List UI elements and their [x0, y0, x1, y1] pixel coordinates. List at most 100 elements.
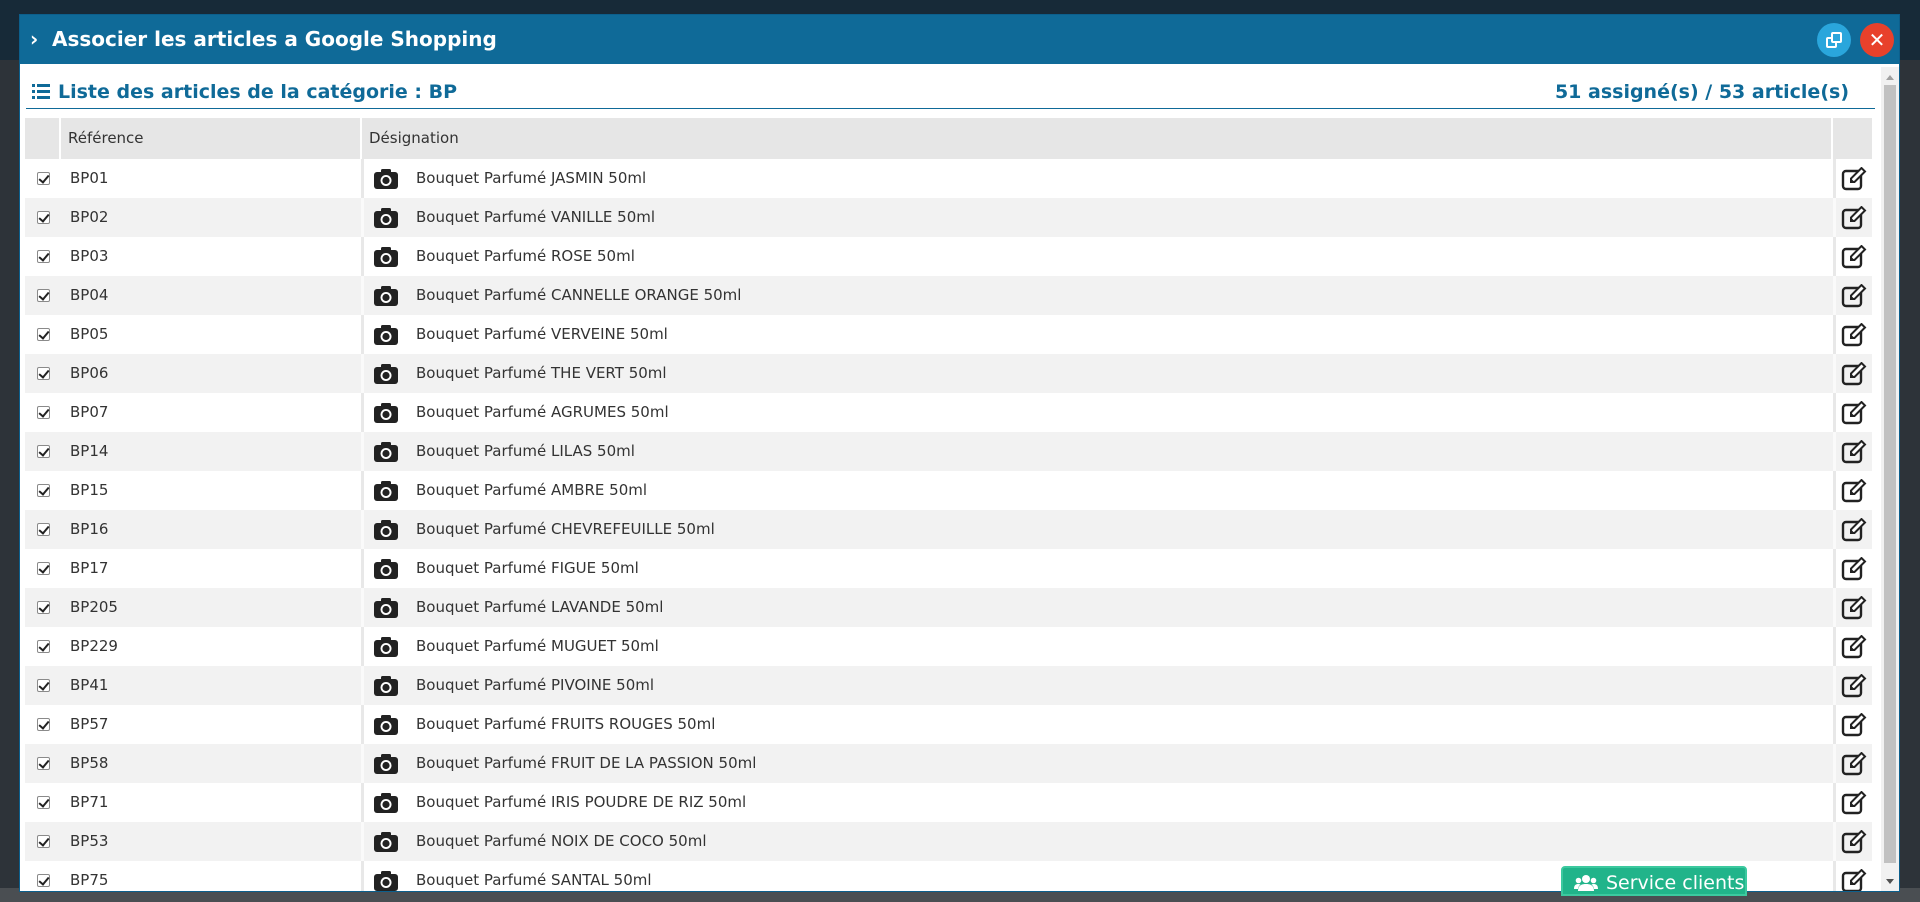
camera-icon[interactable]: [373, 324, 399, 346]
modal-header: › Associer les articles a Google Shoppin…: [20, 15, 1899, 64]
camera-icon[interactable]: [373, 870, 399, 891]
camera-icon[interactable]: [373, 675, 399, 697]
edit-icon[interactable]: [1841, 556, 1867, 581]
row-checkbox[interactable]: [37, 484, 50, 497]
row-checkbox[interactable]: [37, 562, 50, 575]
row-checkbox[interactable]: [37, 796, 50, 809]
row-checkbox[interactable]: [37, 367, 50, 380]
row-designation: Bouquet Parfumé LAVANDE 50ml: [416, 598, 664, 616]
row-designation: Bouquet Parfumé VERVEINE 50ml: [416, 325, 668, 343]
modal-scrollbar[interactable]: [1881, 67, 1899, 891]
edit-icon[interactable]: [1841, 322, 1867, 347]
row-checkbox[interactable]: [37, 601, 50, 614]
camera-icon[interactable]: [373, 441, 399, 463]
row-designation: Bouquet Parfumé AMBRE 50ml: [416, 481, 648, 499]
edit-icon[interactable]: [1841, 595, 1867, 620]
row-checkbox[interactable]: [37, 445, 50, 458]
row-designation: Bouquet Parfumé FRUIT DE LA PASSION 50ml: [416, 754, 757, 772]
row-checkbox[interactable]: [37, 718, 50, 731]
camera-icon[interactable]: [373, 246, 399, 268]
column-separator: [1833, 627, 1836, 666]
service-clients-button[interactable]: Service clients: [1561, 866, 1747, 896]
row-checkbox[interactable]: [37, 757, 50, 770]
column-separator: [1833, 276, 1836, 315]
scroll-down-arrow[interactable]: [1886, 879, 1894, 884]
camera-icon[interactable]: [373, 792, 399, 814]
column-separator: [361, 393, 364, 432]
row-checkbox[interactable]: [37, 523, 50, 536]
copy-button[interactable]: [1817, 23, 1851, 57]
column-separator: [1833, 393, 1836, 432]
row-checkbox[interactable]: [37, 211, 50, 224]
edit-icon[interactable]: [1841, 400, 1867, 425]
camera-icon[interactable]: [373, 558, 399, 580]
camera-icon[interactable]: [373, 714, 399, 736]
row-reference: BP57: [70, 715, 109, 733]
column-separator: [1833, 198, 1836, 237]
row-checkbox[interactable]: [37, 406, 50, 419]
row-checkbox[interactable]: [37, 172, 50, 185]
google-shopping-modal: › Associer les articles a Google Shoppin…: [19, 14, 1900, 892]
edit-icon[interactable]: [1841, 283, 1867, 308]
edit-icon[interactable]: [1841, 166, 1867, 191]
edit-icon[interactable]: [1841, 361, 1867, 386]
close-button[interactable]: ✕: [1860, 23, 1894, 57]
edit-icon[interactable]: [1841, 673, 1867, 698]
row-checkbox[interactable]: [37, 328, 50, 341]
close-icon: ✕: [1868, 28, 1886, 52]
edit-icon[interactable]: [1841, 790, 1867, 815]
table-row: BP02 Bouquet Parfumé VANILLE 50ml: [25, 198, 1872, 237]
camera-icon[interactable]: [373, 597, 399, 619]
edit-icon[interactable]: [1841, 634, 1867, 659]
edit-icon[interactable]: [1841, 478, 1867, 503]
row-designation: Bouquet Parfumé PIVOINE 50ml: [416, 676, 655, 694]
edit-icon[interactable]: [1841, 439, 1867, 464]
row-checkbox[interactable]: [37, 640, 50, 653]
list-title: Liste des articles de la catégorie : BP: [58, 81, 458, 103]
edit-icon[interactable]: [1841, 712, 1867, 737]
column-separator: [361, 549, 364, 588]
row-designation: Bouquet Parfumé THE VERT 50ml: [416, 364, 667, 382]
table-row: BP15 Bouquet Parfumé AMBRE 50ml: [25, 471, 1872, 510]
row-reference: BP14: [70, 442, 109, 460]
row-checkbox[interactable]: [37, 289, 50, 302]
edit-icon[interactable]: [1841, 244, 1867, 269]
scroll-up-arrow[interactable]: [1886, 75, 1894, 80]
column-separator: [1833, 744, 1836, 783]
table-row: BP58 Bouquet Parfumé FRUIT DE LA PASSION …: [25, 744, 1872, 783]
camera-icon[interactable]: [373, 831, 399, 853]
row-checkbox[interactable]: [37, 874, 50, 887]
row-reference: BP58: [70, 754, 109, 772]
camera-icon[interactable]: [373, 519, 399, 541]
edit-icon[interactable]: [1841, 868, 1867, 891]
row-checkbox[interactable]: [37, 835, 50, 848]
column-separator: [361, 276, 364, 315]
camera-icon[interactable]: [373, 636, 399, 658]
edit-icon[interactable]: [1841, 517, 1867, 542]
column-separator: [1833, 471, 1836, 510]
camera-icon[interactable]: [373, 753, 399, 775]
row-checkbox[interactable]: [37, 679, 50, 692]
column-separator: [1833, 783, 1836, 822]
row-reference: BP205: [70, 598, 118, 616]
table-row: BP53 Bouquet Parfumé NOIX DE COCO 50ml: [25, 822, 1872, 861]
row-reference: BP03: [70, 247, 109, 265]
camera-icon[interactable]: [373, 285, 399, 307]
row-reference: BP71: [70, 793, 109, 811]
column-separator: [361, 783, 364, 822]
scrollbar-thumb[interactable]: [1884, 85, 1896, 863]
column-separator: [1833, 315, 1836, 354]
camera-icon[interactable]: [373, 480, 399, 502]
list-icon: [32, 83, 50, 99]
camera-icon[interactable]: [373, 363, 399, 385]
column-separator: [361, 588, 364, 627]
camera-icon[interactable]: [373, 402, 399, 424]
edit-icon[interactable]: [1841, 205, 1867, 230]
row-checkbox[interactable]: [37, 250, 50, 263]
edit-icon[interactable]: [1841, 751, 1867, 776]
table-row: BP41 Bouquet Parfumé PIVOINE 50ml: [25, 666, 1872, 705]
edit-icon[interactable]: [1841, 829, 1867, 854]
table-row: BP229 Bouquet Parfumé MUGUET 50ml: [25, 627, 1872, 666]
camera-icon[interactable]: [373, 207, 399, 229]
camera-icon[interactable]: [373, 168, 399, 190]
